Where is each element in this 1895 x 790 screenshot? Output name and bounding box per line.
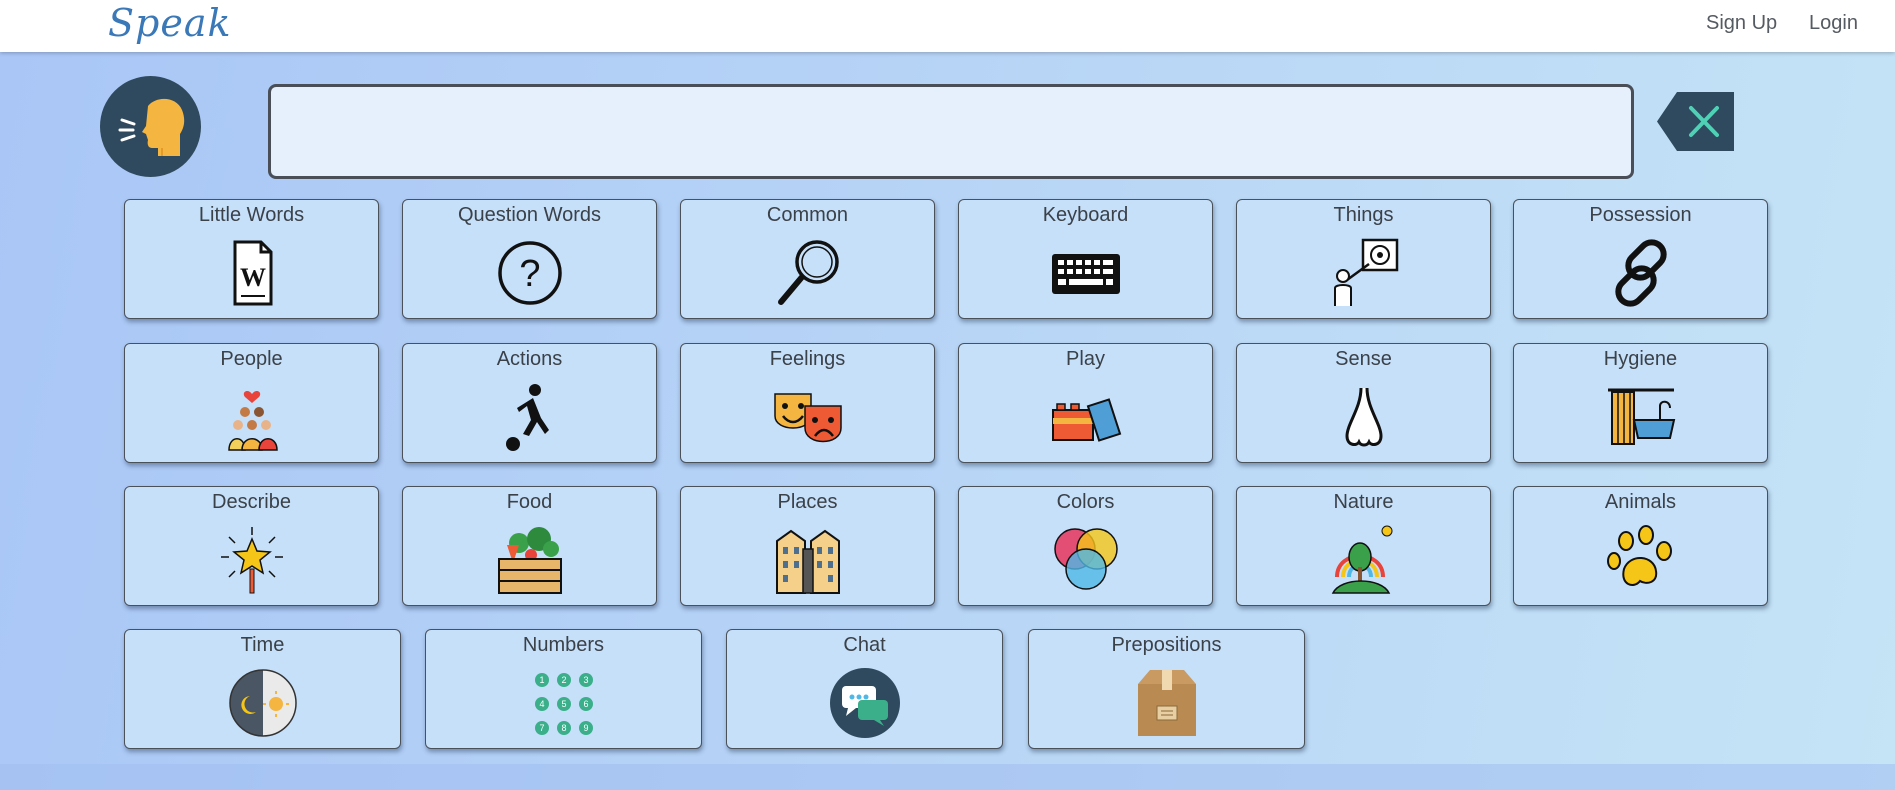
- svg-text:8: 8: [561, 723, 566, 733]
- question-mark-icon: ?: [493, 236, 567, 310]
- category-colors[interactable]: Colors: [958, 486, 1213, 606]
- category-little-words[interactable]: Little Words W: [124, 199, 379, 319]
- tile-label: Common: [766, 204, 849, 226]
- tile-label: Little Words: [198, 204, 305, 226]
- keyboard-icon: [1049, 236, 1123, 310]
- category-describe[interactable]: Describe: [124, 486, 379, 606]
- category-nature[interactable]: Nature: [1236, 486, 1491, 606]
- category-feelings[interactable]: Feelings: [680, 343, 935, 463]
- tile-label: Question Words: [457, 204, 602, 226]
- nose-icon: [1327, 380, 1401, 454]
- tile-label: Time: [240, 634, 285, 656]
- category-time[interactable]: Time: [124, 629, 401, 749]
- tile-label: Possession: [1589, 204, 1692, 226]
- teacher-pointing-board-icon: [1327, 236, 1401, 310]
- chat-bubbles-icon: [828, 666, 902, 740]
- tile-label: Sense: [1335, 348, 1392, 370]
- tile-label: Animals: [1604, 491, 1677, 513]
- category-hygiene[interactable]: Hygiene: [1513, 343, 1768, 463]
- category-animals[interactable]: Animals: [1513, 486, 1768, 606]
- person-kicking-ball-icon: [493, 380, 567, 454]
- tile-label: Hygiene: [1603, 348, 1678, 370]
- category-common[interactable]: Common: [680, 199, 935, 319]
- svg-text:4: 4: [539, 699, 544, 709]
- sign-up-link[interactable]: Sign Up: [1706, 12, 1777, 35]
- svg-text:3: 3: [583, 675, 588, 685]
- category-prepositions[interactable]: Prepositions: [1028, 629, 1305, 749]
- magnifying-glass-icon: [771, 236, 845, 310]
- bottom-strip: [0, 764, 1895, 790]
- vegetable-crate-icon: [493, 523, 567, 597]
- category-things[interactable]: Things: [1236, 199, 1491, 319]
- category-actions[interactable]: Actions: [402, 343, 657, 463]
- svg-text:2: 2: [561, 675, 566, 685]
- category-food[interactable]: Food: [402, 486, 657, 606]
- svg-text:W: W: [240, 263, 266, 292]
- tile-label: Prepositions: [1111, 634, 1222, 656]
- number-grid-icon: 1 2 3 4 5 6 7 8 9: [527, 666, 601, 740]
- clear-button[interactable]: [1657, 92, 1734, 151]
- tile-label: Things: [1333, 204, 1394, 226]
- tile-label: Feelings: [769, 348, 846, 370]
- paw-print-icon: [1604, 523, 1678, 597]
- svg-text:1: 1: [539, 675, 544, 685]
- svg-text:6: 6: [583, 699, 588, 709]
- speak-button[interactable]: [100, 76, 201, 177]
- tree-rainbow-icon: [1327, 523, 1401, 597]
- navbar: Speak Sign Up Login: [0, 0, 1895, 52]
- tile-label: Chat: [843, 634, 886, 656]
- theater-masks-icon: [771, 380, 845, 454]
- svg-text:?: ?: [519, 253, 540, 295]
- speech-text-bar[interactable]: [268, 84, 1634, 179]
- category-play[interactable]: Play: [958, 343, 1213, 463]
- tile-label: People: [220, 348, 283, 370]
- color-circles-icon: [1049, 523, 1123, 597]
- category-possession[interactable]: Possession: [1513, 199, 1768, 319]
- bathtub-icon: [1604, 380, 1678, 454]
- tile-label: Colors: [1056, 491, 1115, 513]
- tile-label: Food: [506, 491, 553, 513]
- tile-label: Places: [777, 491, 838, 513]
- tile-label: Nature: [1333, 491, 1394, 513]
- toy-blocks-icon: [1049, 380, 1123, 454]
- login-link[interactable]: Login: [1809, 12, 1858, 35]
- category-places[interactable]: Places: [680, 486, 935, 606]
- category-people[interactable]: People: [124, 343, 379, 463]
- brand-logo[interactable]: Speak: [108, 1, 232, 45]
- cardboard-box-icon: [1130, 666, 1204, 740]
- chain-link-icon: [1604, 236, 1678, 310]
- group-of-people-icon: [215, 380, 289, 454]
- tile-label: Describe: [212, 491, 291, 513]
- tile-label: Play: [1066, 348, 1105, 370]
- category-keyboard[interactable]: Keyboard: [958, 199, 1213, 319]
- day-night-clock-icon: [226, 666, 300, 740]
- category-question-words[interactable]: Question Words ?: [402, 199, 657, 319]
- speaking-head-icon: [118, 98, 185, 156]
- backspace-clear-icon: [1657, 92, 1734, 151]
- word-document-icon: W: [215, 236, 289, 310]
- category-numbers[interactable]: Numbers 1 2 3 4 5 6 7 8 9: [425, 629, 702, 749]
- magic-wand-star-icon: [215, 523, 289, 597]
- tile-label: Keyboard: [1042, 204, 1129, 226]
- svg-text:5: 5: [561, 699, 566, 709]
- svg-text:9: 9: [583, 723, 588, 733]
- category-sense[interactable]: Sense: [1236, 343, 1491, 463]
- tile-label: Actions: [496, 348, 563, 370]
- buildings-icon: [771, 523, 845, 597]
- category-chat[interactable]: Chat: [726, 629, 1003, 749]
- tile-label: Numbers: [522, 634, 605, 656]
- svg-text:7: 7: [539, 723, 544, 733]
